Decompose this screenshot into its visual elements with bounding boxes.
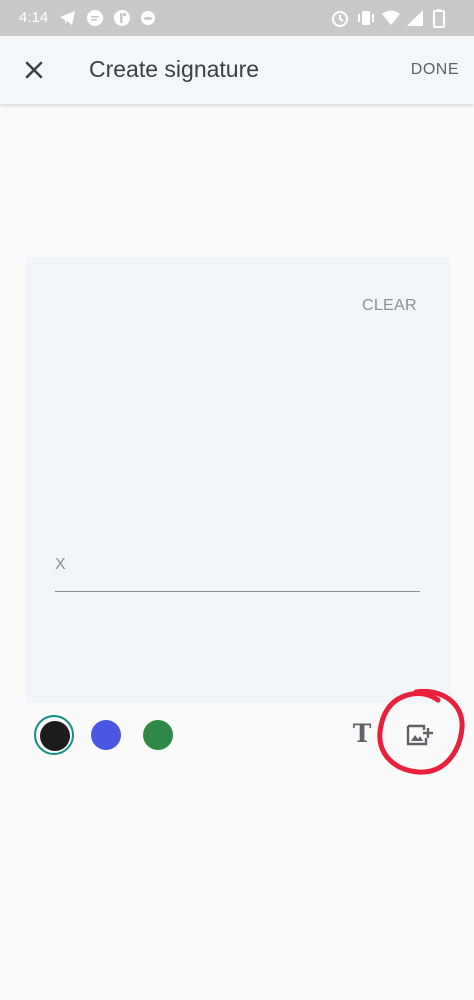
app-bar: Create signature DONE (0, 36, 474, 104)
done-button[interactable]: DONE (411, 61, 459, 79)
alarm-icon (332, 11, 348, 27)
close-icon[interactable] (18, 54, 50, 86)
annotation-circle (377, 688, 465, 775)
text-tool-button[interactable]: T (350, 719, 374, 749)
page-title: Create signature (89, 56, 260, 82)
wifi-icon (382, 10, 400, 25)
battery-icon (433, 9, 445, 28)
app-icon (114, 10, 130, 26)
telegram-icon (60, 11, 75, 25)
status-time: 4:14 (19, 9, 49, 26)
color-swatch-blue[interactable] (91, 720, 121, 750)
signature-line (55, 591, 420, 592)
gamepad-icon (141, 11, 155, 25)
chat-icon (87, 10, 103, 26)
color-swatch-green[interactable] (143, 720, 173, 750)
signal-icon (407, 10, 423, 26)
vibrate-icon (358, 11, 374, 25)
status-bar: 4:14 (0, 0, 474, 36)
sign-here-mark: X (55, 556, 66, 573)
color-swatch-black[interactable] (40, 721, 70, 751)
signature-pad[interactable]: CLEAR X (25, 257, 451, 703)
clear-button[interactable]: CLEAR (362, 297, 417, 315)
